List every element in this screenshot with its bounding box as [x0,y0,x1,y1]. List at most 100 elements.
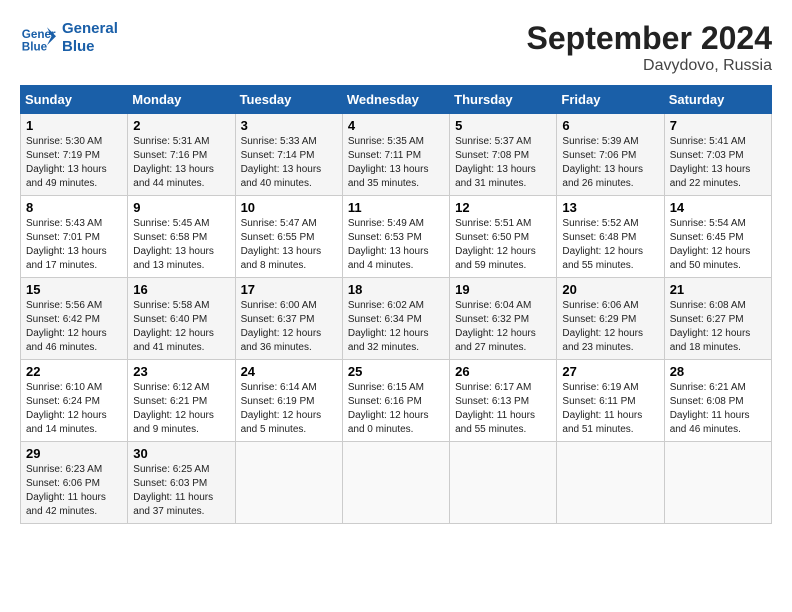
calendar-day-17: 17 Sunrise: 6:00 AMSunset: 6:37 PMDayligh… [235,278,342,360]
day-number: 2 [133,118,229,133]
day-detail: Sunrise: 5:35 AMSunset: 7:11 PMDaylight:… [348,135,444,191]
day-number: 13 [562,200,658,215]
day-detail: Sunrise: 6:00 AMSunset: 6:37 PMDaylight:… [241,299,337,355]
day-detail: Sunrise: 5:56 AMSunset: 6:42 PMDaylight:… [26,299,122,355]
calendar-week-2: 8Sunrise: 5:43 AMSunset: 7:01 PMDaylight… [21,196,772,278]
day-header-tuesday: Tuesday [235,86,342,114]
day-detail: Sunrise: 5:47 AMSunset: 6:55 PMDaylight:… [241,217,337,273]
calendar-day-21: 21Sunrise: 6:08 AMSunset: 6:27 PMDayligh… [664,278,771,360]
page-header: General Blue General Blue September 2024… [20,20,772,75]
calendar-day-13: 13 Sunrise: 5:52 AMSunset: 6:48 PMDayligh… [557,196,664,278]
day-number: 16 [133,282,229,297]
day-detail: Sunrise: 5:54 AMSunset: 6:45 PMDaylight:… [670,217,766,273]
day-number: 15 [26,282,122,297]
calendar-day-28: 28 Sunrise: 6:21 AMSunset: 6:08 PMDayligh… [664,360,771,442]
calendar-day-29: 29 Sunrise: 6:23 AMSunset: 6:06 PMDayligh… [21,442,128,524]
calendar-day-22: 22Sunrise: 6:10 AMSunset: 6:24 PMDayligh… [21,360,128,442]
calendar-day-10: 10Sunrise: 5:47 AMSunset: 6:55 PMDayligh… [235,196,342,278]
logo: General Blue General Blue [20,20,118,56]
calendar-day-9: 9 Sunrise: 5:45 AMSunset: 6:58 PMDaylight… [128,196,235,278]
location: Davydovo, Russia [527,57,772,75]
day-detail: Sunrise: 6:10 AMSunset: 6:24 PMDaylight:… [26,381,122,437]
day-number: 23 [133,364,229,379]
day-number: 30 [133,446,229,461]
day-detail: Sunrise: 6:25 AMSunset: 6:03 PMDaylight:… [133,463,229,519]
calendar-day-30: 30 Sunrise: 6:25 AMSunset: 6:03 PMDayligh… [128,442,235,524]
day-number: 17 [241,282,337,297]
day-number: 28 [670,364,766,379]
day-detail: Sunrise: 6:04 AMSunset: 6:32 PMDaylight:… [455,299,551,355]
calendar-week-4: 22Sunrise: 6:10 AMSunset: 6:24 PMDayligh… [21,360,772,442]
day-detail: Sunrise: 5:49 AMSunset: 6:53 PMDaylight:… [348,217,444,273]
day-number: 27 [562,364,658,379]
empty-cell [342,442,449,524]
day-number: 9 [133,200,229,215]
calendar-day-18: 18 Sunrise: 6:02 AMSunset: 6:34 PMDayligh… [342,278,449,360]
day-detail: Sunrise: 5:58 AMSunset: 6:40 PMDaylight:… [133,299,229,355]
calendar-day-2: 2 Sunrise: 5:31 AMSunset: 7:16 PMDaylight… [128,114,235,196]
calendar-table: SundayMondayTuesdayWednesdayThursdayFrid… [20,85,772,524]
calendar-day-7: 7Sunrise: 5:41 AMSunset: 7:03 PMDaylight… [664,114,771,196]
day-detail: Sunrise: 6:21 AMSunset: 6:08 PMDaylight:… [670,381,766,437]
empty-cell [664,442,771,524]
empty-cell [557,442,664,524]
day-detail: Sunrise: 6:06 AMSunset: 6:29 PMDaylight:… [562,299,658,355]
calendar-day-1: 1 Sunrise: 5:30 AMSunset: 7:19 PMDaylight… [21,114,128,196]
title-block: September 2024 Davydovo, Russia [527,20,772,75]
calendar-day-8: 8Sunrise: 5:43 AMSunset: 7:01 PMDaylight… [21,196,128,278]
day-detail: Sunrise: 6:14 AMSunset: 6:19 PMDaylight:… [241,381,337,437]
logo-general: General [62,20,118,38]
day-detail: Sunrise: 5:52 AMSunset: 6:48 PMDaylight:… [562,217,658,273]
day-detail: Sunrise: 5:51 AMSunset: 6:50 PMDaylight:… [455,217,551,273]
day-detail: Sunrise: 6:23 AMSunset: 6:06 PMDaylight:… [26,463,122,519]
calendar-day-12: 12 Sunrise: 5:51 AMSunset: 6:50 PMDayligh… [450,196,557,278]
empty-cell [235,442,342,524]
day-detail: Sunrise: 5:39 AMSunset: 7:06 PMDaylight:… [562,135,658,191]
day-detail: Sunrise: 5:41 AMSunset: 7:03 PMDaylight:… [670,135,766,191]
calendar-week-1: 1 Sunrise: 5:30 AMSunset: 7:19 PMDaylight… [21,114,772,196]
calendar-week-5: 29 Sunrise: 6:23 AMSunset: 6:06 PMDayligh… [21,442,772,524]
calendar-day-27: 27 Sunrise: 6:19 AMSunset: 6:11 PMDayligh… [557,360,664,442]
calendar-day-25: 25Sunrise: 6:15 AMSunset: 6:16 PMDayligh… [342,360,449,442]
svg-text:Blue: Blue [22,41,48,54]
calendar-day-6: 6Sunrise: 5:39 AMSunset: 7:06 PMDaylight… [557,114,664,196]
calendar-day-23: 23 Sunrise: 6:12 AMSunset: 6:21 PMDayligh… [128,360,235,442]
day-detail: Sunrise: 5:43 AMSunset: 7:01 PMDaylight:… [26,217,122,273]
calendar-day-5: 5Sunrise: 5:37 AMSunset: 7:08 PMDaylight… [450,114,557,196]
calendar-header-row: SundayMondayTuesdayWednesdayThursdayFrid… [21,86,772,114]
day-number: 24 [241,364,337,379]
day-detail: Sunrise: 5:30 AMSunset: 7:19 PMDaylight:… [26,135,122,191]
day-detail: Sunrise: 5:31 AMSunset: 7:16 PMDaylight:… [133,135,229,191]
logo-icon: General Blue [20,20,56,56]
day-number: 1 [26,118,122,133]
calendar-day-24: 24 Sunrise: 6:14 AMSunset: 6:19 PMDayligh… [235,360,342,442]
calendar-day-16: 16 Sunrise: 5:58 AMSunset: 6:40 PMDayligh… [128,278,235,360]
day-number: 25 [348,364,444,379]
calendar-day-3: 3 Sunrise: 5:33 AMSunset: 7:14 PMDaylight… [235,114,342,196]
day-header-monday: Monday [128,86,235,114]
day-number: 26 [455,364,551,379]
day-number: 5 [455,118,551,133]
day-detail: Sunrise: 6:08 AMSunset: 6:27 PMDaylight:… [670,299,766,355]
day-header-wednesday: Wednesday [342,86,449,114]
day-header-sunday: Sunday [21,86,128,114]
calendar-day-26: 26 Sunrise: 6:17 AMSunset: 6:13 PMDayligh… [450,360,557,442]
day-detail: Sunrise: 5:45 AMSunset: 6:58 PMDaylight:… [133,217,229,273]
calendar-day-4: 4 Sunrise: 5:35 AMSunset: 7:11 PMDaylight… [342,114,449,196]
day-number: 19 [455,282,551,297]
calendar-day-14: 14Sunrise: 5:54 AMSunset: 6:45 PMDayligh… [664,196,771,278]
day-detail: Sunrise: 6:19 AMSunset: 6:11 PMDaylight:… [562,381,658,437]
day-detail: Sunrise: 6:17 AMSunset: 6:13 PMDaylight:… [455,381,551,437]
day-number: 18 [348,282,444,297]
day-number: 3 [241,118,337,133]
day-detail: Sunrise: 6:12 AMSunset: 6:21 PMDaylight:… [133,381,229,437]
day-header-saturday: Saturday [664,86,771,114]
day-detail: Sunrise: 5:33 AMSunset: 7:14 PMDaylight:… [241,135,337,191]
day-number: 12 [455,200,551,215]
day-number: 29 [26,446,122,461]
day-detail: Sunrise: 6:02 AMSunset: 6:34 PMDaylight:… [348,299,444,355]
calendar-day-11: 11Sunrise: 5:49 AMSunset: 6:53 PMDayligh… [342,196,449,278]
day-number: 4 [348,118,444,133]
calendar-day-20: 20Sunrise: 6:06 AMSunset: 6:29 PMDayligh… [557,278,664,360]
logo-blue: Blue [62,38,118,56]
